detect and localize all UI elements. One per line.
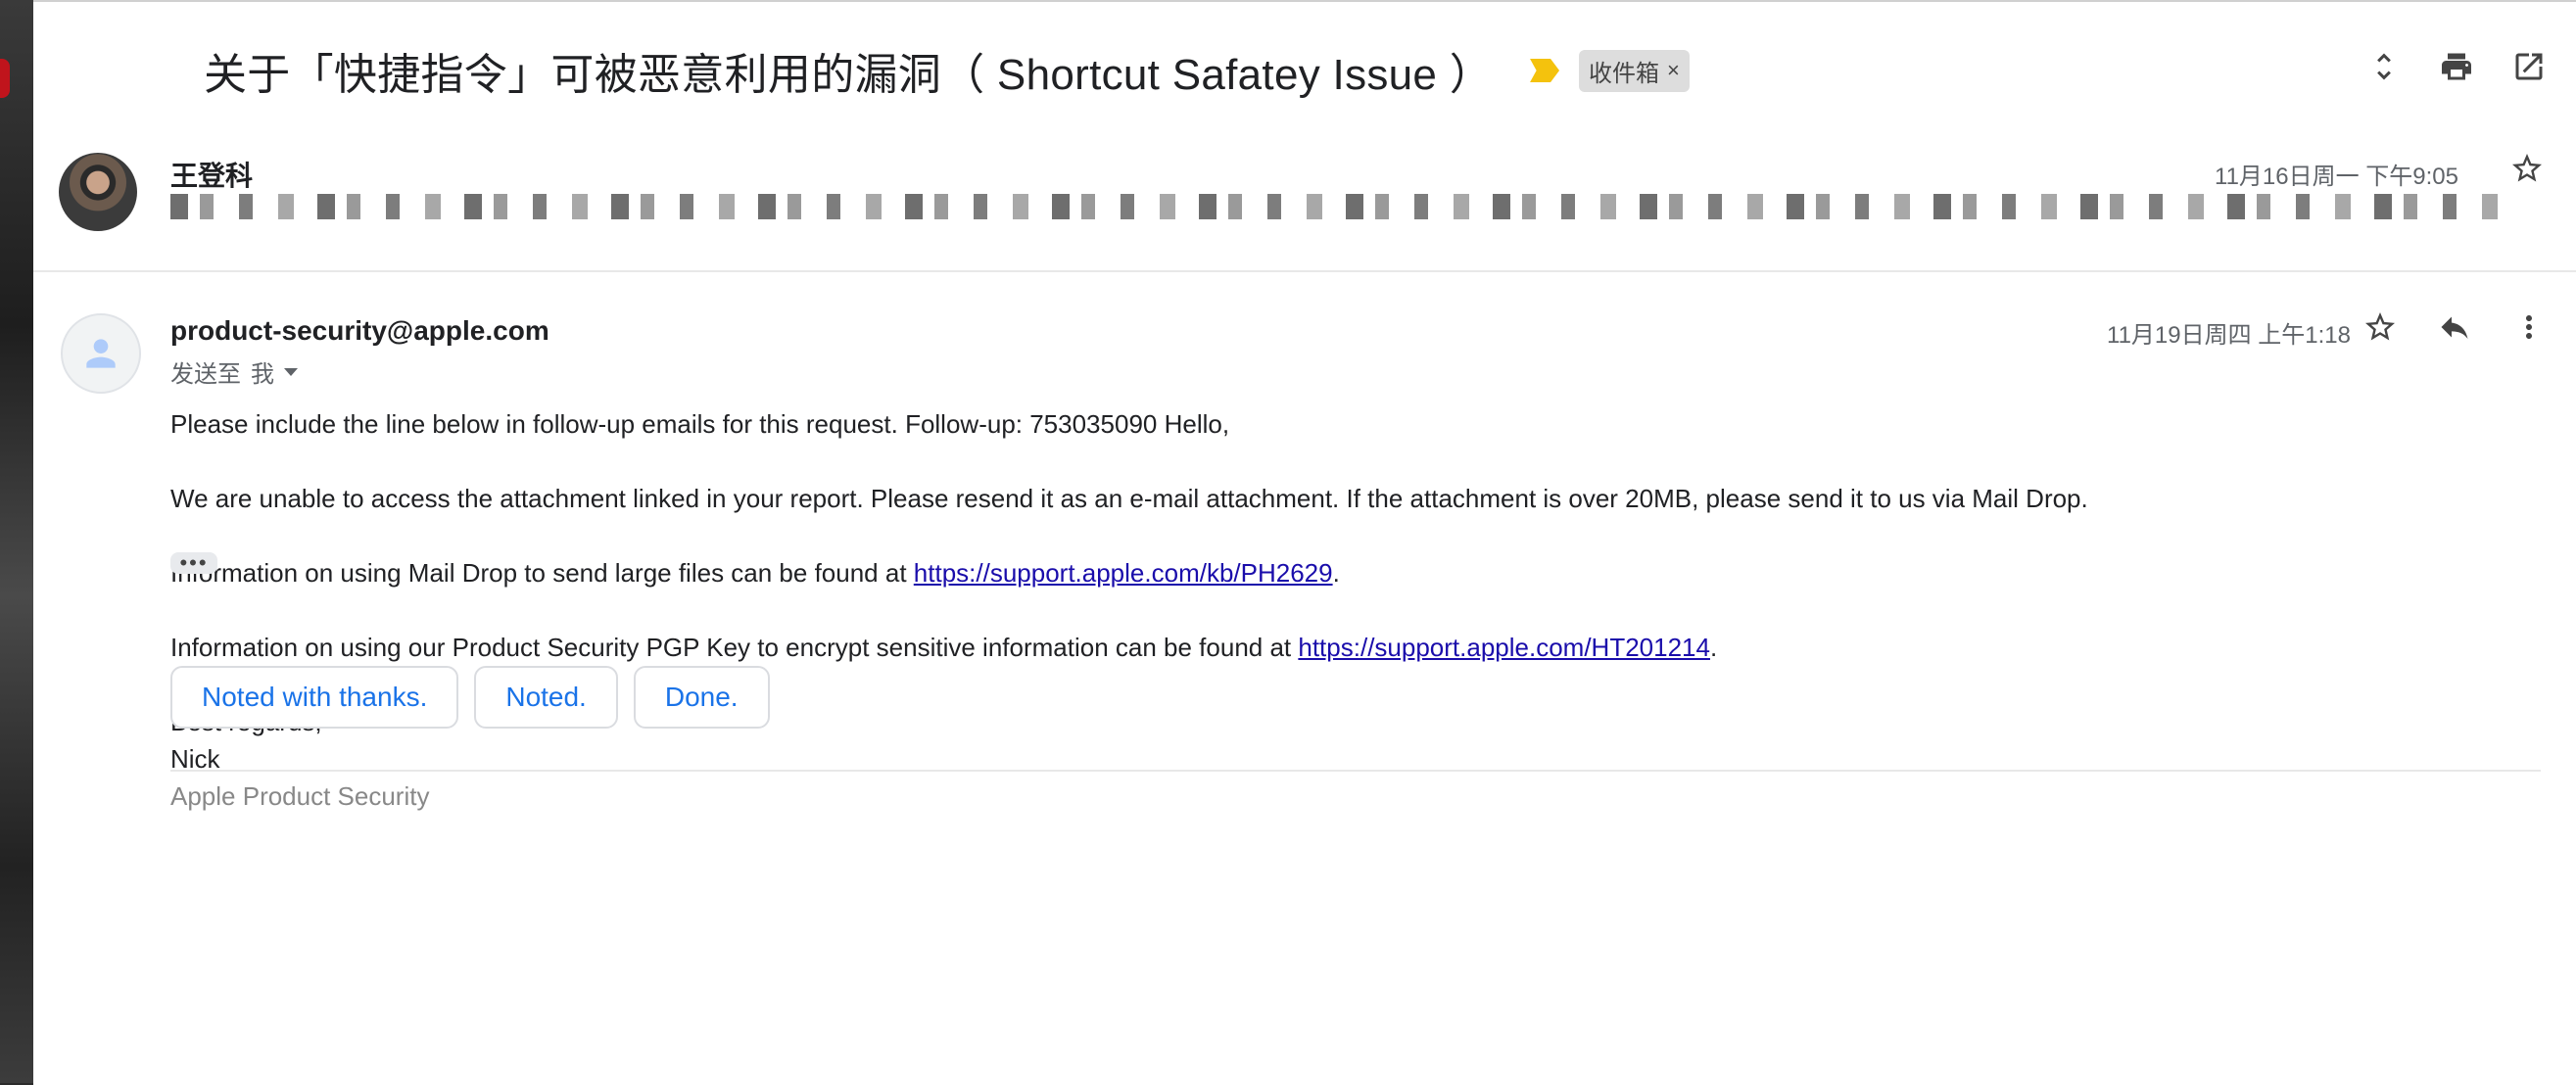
sender-name: 王登科 (170, 161, 254, 191)
subject-row: 关于「快捷指令」可被恶意利用的漏洞（ Shortcut Safatey Issu… (204, 39, 1690, 102)
chevron-down-icon (284, 367, 298, 376)
smart-reply-button[interactable]: Done. (633, 666, 770, 729)
body-text: Information on using Mail Drop to send l… (170, 558, 914, 588)
body-text: . (1332, 558, 1340, 588)
email-view: 关于「快捷指令」可被恶意利用的漏洞（ Shortcut Safatey Issu… (33, 0, 2576, 1085)
person-icon (86, 339, 116, 368)
body-text: . (1709, 633, 1718, 662)
body-paragraph: Please include the line below in follow-… (170, 409, 1230, 439)
pgp-key-link[interactable]: https://support.apple.com/HT201214 (1298, 633, 1710, 662)
redacted-snippet (170, 194, 2502, 219)
show-trimmed-content-button[interactable]: ••• (170, 552, 217, 574)
ellipsis-icon: ••• (179, 550, 209, 575)
recipient-details-toggle[interactable]: 发送至 我 (170, 354, 298, 389)
print-icon[interactable] (2437, 47, 2476, 86)
message-date: 11月16日周一 下午9:05 (2215, 164, 2458, 190)
body-paragraph: We are unable to access the attachment l… (170, 484, 2088, 513)
star-icon[interactable] (2361, 307, 2400, 347)
smart-reply-button[interactable]: Noted. (474, 666, 618, 729)
avatar (61, 313, 141, 394)
label-chip-inbox: 收件箱 × (1579, 49, 1690, 92)
expand-collapse-icon[interactable] (2364, 47, 2404, 86)
to-prefix: 发送至 (170, 361, 241, 388)
sender-email: product-security@apple.com (170, 315, 549, 346)
remove-label-button[interactable]: × (1667, 58, 1680, 83)
background-wallpaper (0, 0, 33, 1083)
avatar (59, 153, 137, 231)
message-date: 11月19日周四 上午1:18 (2107, 322, 2351, 349)
email-subject: 关于「快捷指令」可被恶意利用的漏洞（ Shortcut Safatey Issu… (204, 51, 1494, 99)
star-icon[interactable] (2507, 149, 2547, 188)
collapsed-message[interactable]: 王登科 11月16日周一 下午9:05 (33, 143, 2576, 272)
body-paragraph: Information on using our Product Securit… (170, 629, 2423, 666)
reply-icon[interactable] (2435, 307, 2474, 347)
open-in-new-window-icon[interactable] (2509, 47, 2549, 86)
message-actions (2361, 307, 2549, 347)
mail-drop-link[interactable]: https://support.apple.com/kb/PH2629 (914, 558, 1333, 588)
signature-line: Apple Product Security (170, 781, 430, 811)
smart-reply-bar: Noted with thanks. Noted. Done. (170, 666, 770, 729)
label-chip-text: 收件箱 (1589, 60, 1660, 87)
background-accent (0, 59, 10, 98)
thread-toolbar (2364, 47, 2549, 86)
signature-line: Nick (170, 744, 220, 774)
to-value: 我 (251, 361, 274, 388)
body-text: Information on using our Product Securit… (170, 633, 1299, 662)
divider (170, 770, 2541, 772)
smart-reply-button[interactable]: Noted with thanks. (170, 666, 459, 729)
importance-marker-icon[interactable] (1530, 59, 1560, 82)
message-body: Please include the line below in follow-… (170, 405, 2423, 815)
body-paragraph: Information on using Mail Drop to send l… (170, 554, 2423, 591)
more-vert-icon[interactable] (2509, 307, 2549, 347)
